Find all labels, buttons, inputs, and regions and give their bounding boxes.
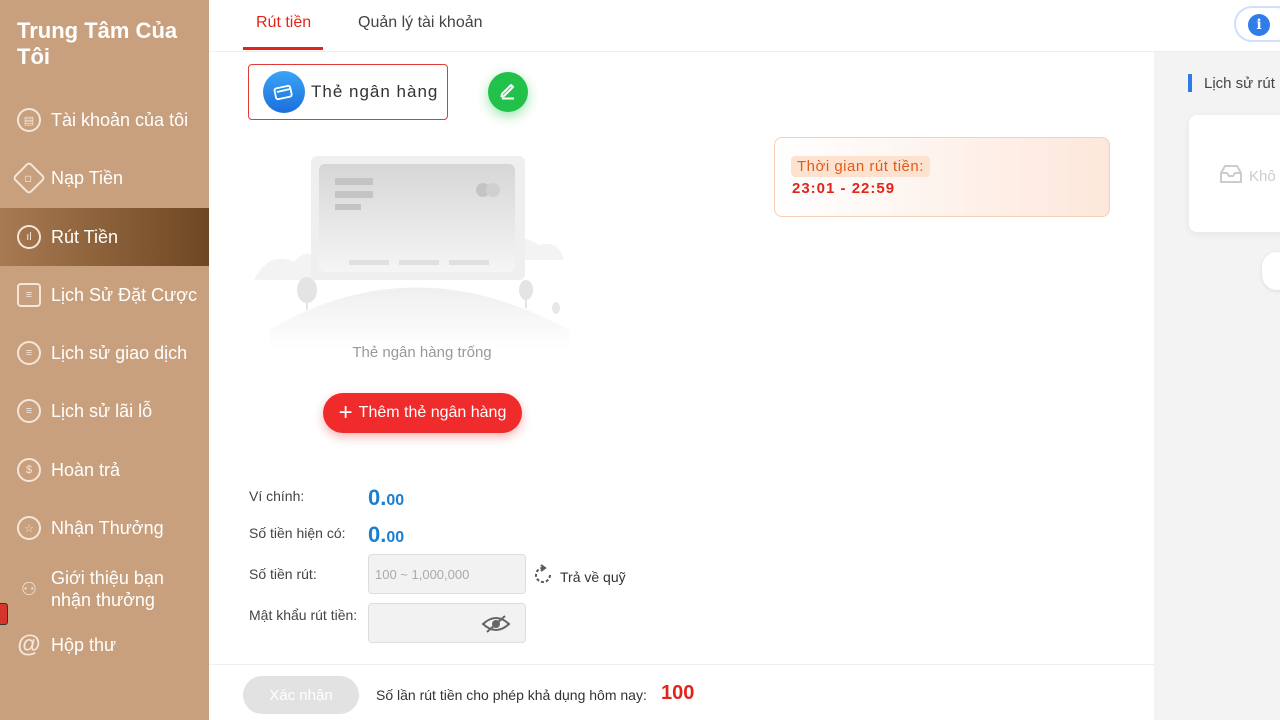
withdraw-amount-field[interactable] [368, 554, 526, 594]
tab-bar: Rút tiền Quản lý tài khoản [209, 0, 1280, 52]
main-content: Rút tiền Quản lý tài khoản Thẻ ngân hàng… [209, 0, 1280, 720]
sidebar-item-label: Giới thiệu bạn nhận thưởng [51, 568, 164, 610]
available-amount: 0.00 [368, 522, 404, 548]
withdraw-page: Trung Tâm Của Tôi ▤ Tài khoản của tôi ◇ … [0, 0, 1280, 720]
info-button[interactable]: i [1234, 6, 1280, 42]
tab-account-management[interactable]: Quản lý tài khoản [358, 14, 483, 32]
empty-box-icon [1219, 163, 1243, 189]
mail-icon: @ [17, 631, 41, 658]
active-tab-indicator [243, 47, 323, 50]
amount-decimal: 00 [386, 529, 405, 546]
sidebar-item-withdraw[interactable]: ıl Rút Tiền [0, 208, 209, 266]
withdraw-history-panel: Lịch sử rút Khô [1154, 52, 1280, 720]
withdraw-time-title: Thời gian rút tiền: [791, 156, 930, 177]
bank-card-type-label: Thẻ ngân hàng [311, 82, 439, 101]
plus-icon: + [338, 399, 353, 426]
amount-decimal: 00 [386, 492, 405, 509]
transactions-icon: ≡ [17, 341, 41, 365]
sidebar-item-referral[interactable]: ⚇ Giới thiệu bạn nhận thưởng [0, 560, 209, 618]
main-wallet-amount: 0.00 [368, 485, 404, 511]
amount-integer: 0. [368, 485, 387, 510]
sidebar-item-label: Hộp thư [51, 635, 117, 655]
sidebar-item-rebate[interactable]: $ Hoàn trả [0, 441, 209, 499]
sidebar-item-label: Lịch sử giao dịch [51, 343, 188, 363]
rebate-icon: $ [17, 458, 41, 482]
clipboard-icon: ≡ [17, 283, 41, 307]
panel-toggle-handle[interactable] [1262, 252, 1280, 290]
empty-cards-text: Thẻ ngân hàng trống [352, 344, 492, 361]
pencil-icon [498, 80, 518, 105]
sidebar-item-bet-history[interactable]: ≡ Lịch Sử Đặt Cược [0, 266, 209, 324]
withdraw-time-box: Thời gian rút tiền: 23:01 - 22:59 [774, 137, 1110, 217]
refund-button[interactable]: Trả về quỹ [531, 563, 626, 590]
sidebar-item-label: Lịch sử lãi lỗ [51, 401, 153, 421]
confirm-button[interactable]: Xác nhận [243, 676, 359, 714]
sidebar-item-label: Nạp Tiền [51, 168, 124, 188]
refresh-icon [531, 563, 555, 590]
empty-history-text: Khô [1249, 167, 1276, 185]
withdraw-time-value: 23:01 - 22:59 [792, 180, 896, 197]
notification-badge [0, 603, 8, 625]
info-icon: i [1248, 14, 1270, 36]
add-bank-card-label: Thêm thẻ ngân hàng [358, 404, 507, 421]
profit-loss-icon: ≡ [17, 399, 41, 423]
amount-integer: 0. [368, 522, 387, 547]
sidebar-item-label: Nhận Thưởng [51, 518, 164, 538]
sidebar: Trung Tâm Của Tôi ▤ Tài khoản của tôi ◇ … [0, 0, 209, 720]
sidebar-item-account[interactable]: ▤ Tài khoản của tôi [0, 91, 209, 149]
header-accent-bar [1188, 74, 1192, 92]
sidebar-item-label: Hoàn trả [51, 460, 121, 480]
sidebar-item-mailbox[interactable]: @ Hộp thư [0, 616, 209, 674]
deposit-icon: ◇ [12, 161, 46, 195]
withdraw-amount-label: Số tiền rút: [249, 566, 317, 582]
edit-button[interactable] [488, 72, 528, 112]
referral-icon: ⚇ [20, 578, 38, 599]
empty-card-illustration [254, 156, 569, 350]
sidebar-item-deposit[interactable]: ◇ Nạp Tiền [0, 149, 209, 207]
tab-withdraw[interactable]: Rút tiền [256, 14, 311, 32]
allowed-withdrawals-count: 100 [661, 682, 695, 704]
sidebar-title: Trung Tâm Của Tôi [17, 18, 178, 69]
sidebar-item-label: Tài khoản của tôi [51, 110, 189, 130]
reward-icon: ☆ [17, 516, 41, 540]
eye-slash-icon[interactable] [481, 614, 511, 634]
sidebar-item-label: Rút Tiền [51, 227, 119, 247]
refund-label: Trả về quỹ [560, 568, 626, 585]
add-bank-card-button[interactable]: + Thêm thẻ ngân hàng [323, 393, 522, 433]
withdraw-history-title: Lịch sử rút [1204, 74, 1275, 92]
account-icon: ▤ [17, 108, 41, 132]
available-amount-label: Số tiền hiện có: [249, 525, 346, 541]
footer-bar: Xác nhận Số lần rút tiền cho phép khả dụ… [209, 664, 1154, 720]
withdraw-amount-input[interactable] [375, 555, 525, 593]
sidebar-item-reward[interactable]: ☆ Nhận Thưởng [0, 499, 209, 557]
sidebar-item-transactions[interactable]: ≡ Lịch sử giao dịch [0, 324, 209, 382]
sidebar-item-label: Lịch Sử Đặt Cược [51, 285, 197, 305]
bank-card-icon [263, 71, 305, 113]
empty-history: Khô [1219, 163, 1276, 189]
bank-card-type-button[interactable]: Thẻ ngân hàng [248, 64, 448, 120]
withdraw-history-card: Khô [1189, 115, 1280, 232]
withdraw-history-header: Lịch sử rút [1188, 74, 1275, 92]
withdraw-password-label: Mật khẩu rút tiền: [249, 607, 358, 623]
sidebar-item-profit-loss[interactable]: ≡ Lịch sử lãi lỗ [0, 382, 209, 440]
withdraw-password-field[interactable] [368, 603, 526, 643]
withdraw-icon: ıl [17, 225, 41, 249]
main-wallet-label: Ví chính: [249, 488, 305, 504]
allowed-withdrawals-text: Số lần rút tiền cho phép khả dụng hôm na… [376, 687, 647, 703]
